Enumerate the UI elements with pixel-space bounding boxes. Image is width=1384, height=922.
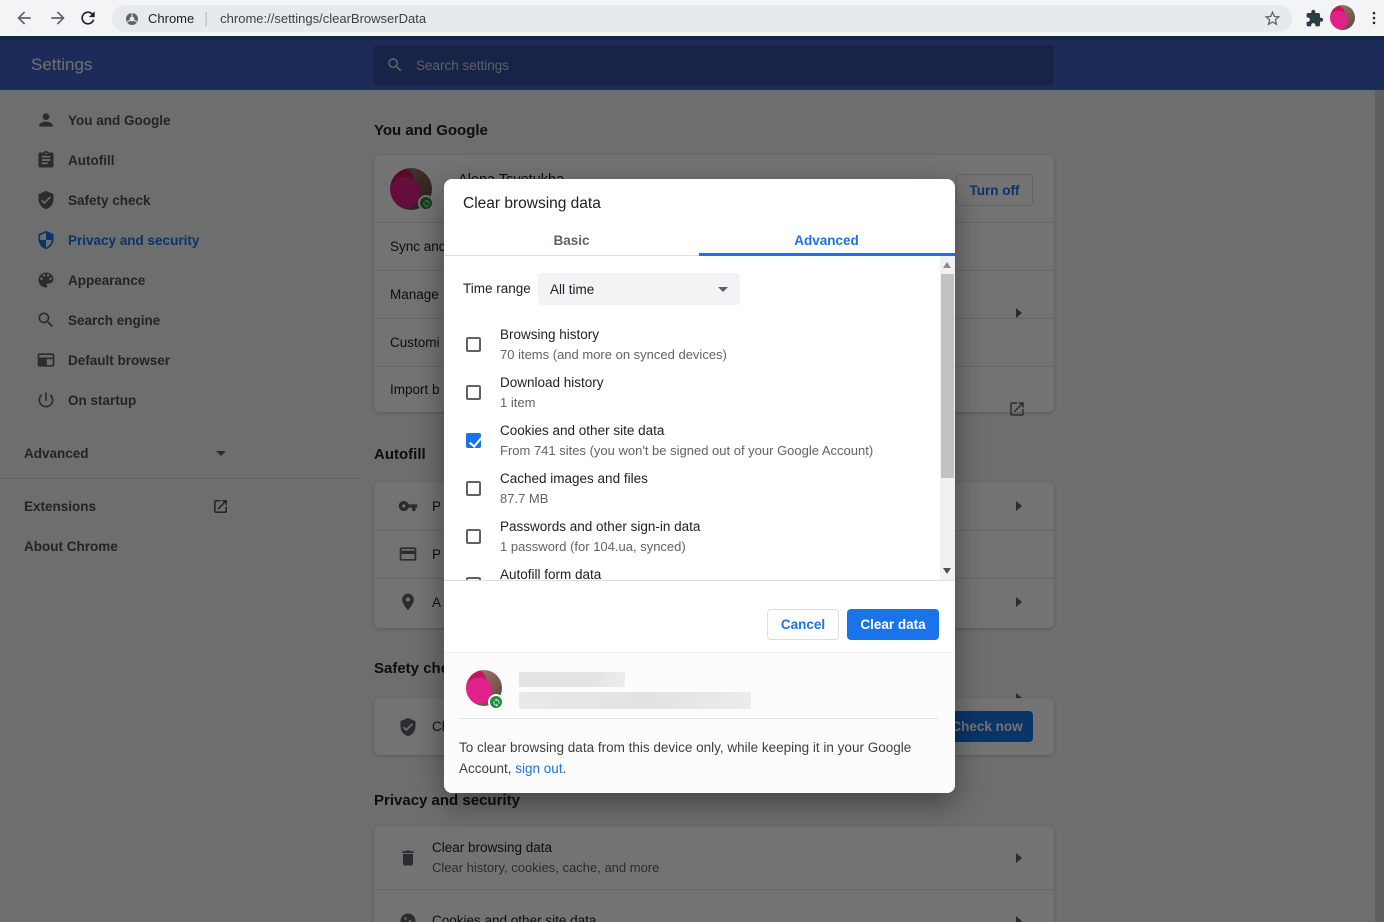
tab-advanced[interactable]: Advanced <box>699 225 954 255</box>
bookmark-star-icon[interactable] <box>1263 9 1282 28</box>
sign-out-link[interactable]: sign out <box>515 761 562 776</box>
signout-note: To clear browsing data from this device … <box>459 737 919 779</box>
footer-divider <box>459 718 939 719</box>
reload-icon[interactable] <box>76 6 100 30</box>
checkbox-row-autofill-form-data[interactable]: Autofill form data <box>444 564 884 580</box>
menu-kebab-icon[interactable] <box>1362 6 1384 30</box>
forward-icon[interactable] <box>46 6 70 30</box>
time-range-select[interactable]: All time <box>538 273 740 305</box>
redacted-account-email <box>519 692 751 709</box>
checkbox-sublabel: 70 items (and more on synced devices) <box>500 347 727 362</box>
checkbox[interactable] <box>466 529 481 544</box>
checkbox-label: Cached images and files <box>500 471 648 486</box>
clear-browsing-data-dialog: Clear browsing data Basic Advanced Time … <box>444 179 955 793</box>
note-line2: Account, <box>459 761 516 776</box>
scroll-up-icon[interactable] <box>943 262 951 268</box>
screen: Chrome | chrome://settings/clearBrowserD… <box>0 0 1384 922</box>
checkbox-row-download-history[interactable]: Download history 1 item <box>444 372 884 420</box>
checkbox-sublabel: 1 password (for 104.ua, synced) <box>500 539 686 554</box>
cancel-button[interactable]: Cancel <box>767 609 839 640</box>
checkbox-sublabel: 1 item <box>500 395 536 410</box>
dialog-divider <box>444 580 955 581</box>
checkbox-sublabel: From 741 sites (you won't be signed out … <box>500 443 874 458</box>
chevron-down-icon <box>718 286 728 292</box>
site-chip: Chrome <box>148 11 195 26</box>
scroll-down-icon[interactable] <box>943 568 951 574</box>
checkbox-label: Download history <box>500 375 604 390</box>
back-icon[interactable] <box>12 6 36 30</box>
address-bar[interactable]: Chrome | chrome://settings/clearBrowserD… <box>112 5 1292 32</box>
checkbox-sublabel: 87.7 MB <box>500 491 549 506</box>
checkbox[interactable] <box>466 481 481 496</box>
dialog-footer: To clear browsing data from this device … <box>444 652 955 793</box>
url-text[interactable]: chrome://settings/clearBrowserData <box>220 11 1263 26</box>
scrollbar-thumb[interactable] <box>941 274 954 478</box>
dialog-title: Clear browsing data <box>463 195 601 212</box>
checkbox-row-passwords[interactable]: Passwords and other sign-in data 1 passw… <box>444 516 884 564</box>
checkbox-row-browsing-history[interactable]: Browsing history 70 items (and more on s… <box>444 324 884 372</box>
browser-toolbar: Chrome | chrome://settings/clearBrowserD… <box>0 0 1384 36</box>
checkbox[interactable] <box>466 433 481 448</box>
sync-badge-icon <box>488 694 504 710</box>
dialog-scroll-area: Time range All time Browsing history 70 … <box>444 256 955 580</box>
checkbox[interactable] <box>466 337 481 352</box>
checkbox-row-cached-images[interactable]: Cached images and files 87.7 MB <box>444 468 884 516</box>
clear-data-button[interactable]: Clear data <box>847 609 939 640</box>
checkbox-label: Passwords and other sign-in data <box>500 519 701 534</box>
note-period: . <box>562 761 567 776</box>
checkbox-row-cookies[interactable]: Cookies and other site data From 741 sit… <box>444 420 884 468</box>
chrome-logo-icon <box>124 11 140 27</box>
extensions-puzzle-icon[interactable] <box>1302 6 1326 30</box>
checkbox-label: Cookies and other site data <box>500 423 665 438</box>
time-range-label: Time range <box>463 281 531 296</box>
settings-page: Settings You and Google Autofill Safety … <box>0 40 1384 922</box>
redacted-account-name <box>519 672 625 687</box>
checkbox[interactable] <box>466 385 481 400</box>
profile-avatar[interactable] <box>1330 5 1355 30</box>
note-line1: To clear browsing data from this device … <box>459 740 912 755</box>
chip-separator: | <box>204 10 209 27</box>
time-range-value: All time <box>550 281 595 297</box>
tab-basic[interactable]: Basic <box>444 225 699 255</box>
checkbox-label: Browsing history <box>500 327 600 342</box>
dialog-scrollbar[interactable] <box>940 256 955 580</box>
checkbox-label: Autofill form data <box>500 567 602 580</box>
